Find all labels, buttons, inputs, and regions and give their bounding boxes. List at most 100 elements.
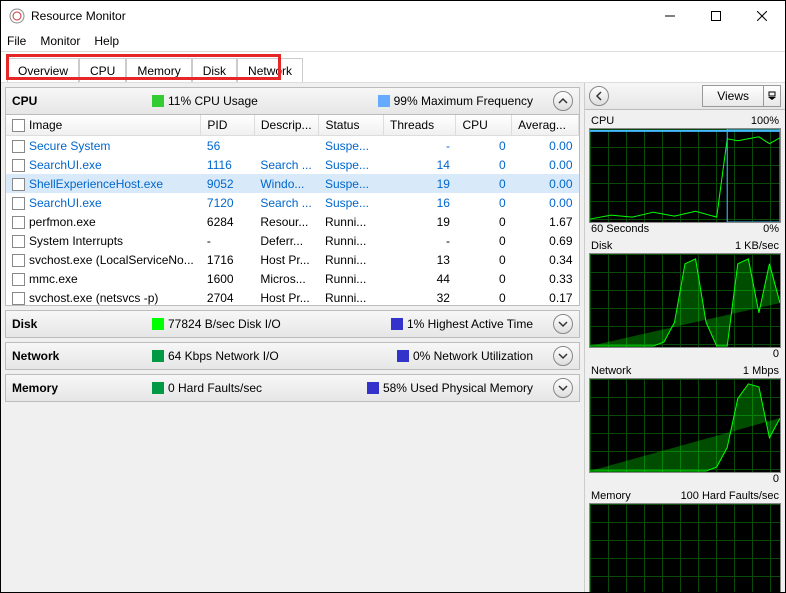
maximize-button[interactable]	[693, 1, 739, 31]
tab-network[interactable]: Network	[237, 58, 303, 82]
memory-header[interactable]: Memory 0 Hard Faults/sec 58% Used Physic…	[6, 375, 579, 401]
disk-header[interactable]: Disk 77824 B/sec Disk I/O 1% Highest Act…	[6, 311, 579, 337]
minimize-button[interactable]	[647, 1, 693, 31]
network-section: Network 64 Kbps Network I/O 0% Network U…	[5, 342, 580, 370]
row-checkbox[interactable]	[12, 254, 25, 267]
graph-canvas	[589, 253, 781, 348]
views-label: Views	[703, 89, 763, 103]
cpu-table: Image PID Descrip... Status Threads CPU …	[6, 115, 579, 305]
table-row[interactable]: ShellExperienceHost.exe9052Windo...Suspe…	[6, 174, 579, 193]
graphs-container[interactable]: CPU100% 60 Seconds0%Disk1 KB/sec 0Networ…	[585, 110, 785, 592]
titlebar: Resource Monitor	[1, 1, 785, 31]
network-title: Network	[12, 349, 152, 363]
menu-file[interactable]: File	[7, 34, 26, 48]
col-desc[interactable]: Descrip...	[254, 115, 319, 136]
checkbox-all[interactable]	[12, 119, 25, 132]
table-row[interactable]: perfmon.exe6284Resour...Runni...1901.67	[6, 212, 579, 231]
memory-faults-icon	[152, 382, 164, 394]
graph-scale-top: 100%	[751, 115, 779, 127]
graph-scale-top: 1 KB/sec	[735, 240, 779, 252]
cpu-table-wrap[interactable]: Image PID Descrip... Status Threads CPU …	[6, 115, 579, 305]
graph-canvas	[589, 503, 781, 592]
col-cpu[interactable]: CPU	[456, 115, 512, 136]
row-checkbox[interactable]	[12, 178, 25, 191]
disk-active-icon	[391, 318, 403, 330]
cpu-title: CPU	[12, 94, 152, 108]
graph-memory: Memory 100 Hard Faults/sec	[589, 489, 781, 592]
row-checkbox[interactable]	[12, 216, 25, 229]
expand-button[interactable]	[553, 346, 573, 366]
tab-cpu[interactable]: CPU	[79, 58, 126, 82]
cpu-usage-icon	[152, 95, 164, 107]
memory-section: Memory 0 Hard Faults/sec 58% Used Physic…	[5, 374, 580, 402]
network-util-label: 0% Network Utilization	[413, 349, 533, 363]
memory-faults-label: 0 Hard Faults/sec	[168, 381, 262, 395]
network-io-icon	[152, 350, 164, 362]
graph-scale-bottom: 0%	[763, 223, 779, 235]
menubar: File Monitor Help	[1, 31, 785, 51]
memory-used-label: 58% Used Physical Memory	[383, 381, 533, 395]
graph-scale-top: 1 Mbps	[743, 365, 779, 377]
tab-disk[interactable]: Disk	[192, 58, 237, 82]
left-pane: CPU 11% CPU Usage 99% Maximum Frequency …	[1, 83, 584, 592]
expand-button[interactable]	[553, 314, 573, 334]
col-threads[interactable]: Threads	[384, 115, 456, 136]
graph-cpu: CPU 100% 60 Seconds 0%	[589, 114, 781, 237]
cpu-section: CPU 11% CPU Usage 99% Maximum Frequency …	[5, 87, 580, 306]
graph-title: Disk	[591, 240, 612, 252]
disk-io-label: 77824 B/sec Disk I/O	[168, 317, 281, 331]
chevron-down-icon[interactable]	[763, 86, 780, 106]
menu-help[interactable]: Help	[94, 34, 119, 48]
row-checkbox[interactable]	[12, 235, 25, 248]
table-row[interactable]: mmc.exe1600Micros...Runni...4400.33	[6, 269, 579, 288]
row-checkbox[interactable]	[12, 197, 25, 210]
disk-title: Disk	[12, 317, 152, 331]
row-checkbox[interactable]	[12, 292, 25, 305]
table-row[interactable]: SearchUI.exe1116Search ...Suspe...1400.0…	[6, 155, 579, 174]
col-image[interactable]: Image	[6, 115, 201, 136]
network-util-icon	[397, 350, 409, 362]
collapse-button[interactable]	[553, 91, 573, 111]
right-pane: Views CPU 100% 60 Seconds 0% Disk 1 KB/sec 0…	[584, 83, 785, 592]
disk-active-label: 1% Highest Active Time	[407, 317, 533, 331]
row-checkbox[interactable]	[12, 273, 25, 286]
menu-monitor[interactable]: Monitor	[40, 34, 80, 48]
graph-canvas	[589, 128, 781, 223]
graph-x-label: 60 Seconds	[591, 223, 649, 235]
graph-scale-bottom: 0	[773, 473, 779, 485]
table-row[interactable]: SearchUI.exe7120Search ...Suspe...1600.0…	[6, 193, 579, 212]
tab-overview[interactable]: Overview	[7, 58, 79, 82]
right-header: Views	[585, 83, 785, 110]
graph-scale-bottom: 0	[773, 348, 779, 360]
views-button[interactable]: Views	[702, 85, 781, 107]
network-header[interactable]: Network 64 Kbps Network I/O 0% Network U…	[6, 343, 579, 369]
graph-title: CPU	[591, 115, 614, 127]
table-row[interactable]: System Interrupts-Deferr...Runni...-00.6…	[6, 231, 579, 250]
cpu-freq-icon	[378, 95, 390, 107]
graph-scale-top: 100 Hard Faults/sec	[681, 490, 779, 502]
col-status[interactable]: Status	[319, 115, 384, 136]
window-controls	[647, 1, 785, 31]
close-button[interactable]	[739, 1, 785, 31]
collapse-right-button[interactable]	[589, 86, 609, 106]
cpu-header[interactable]: CPU 11% CPU Usage 99% Maximum Frequency	[6, 88, 579, 115]
table-row[interactable]: Secure System56Suspe...-00.00	[6, 136, 579, 156]
col-avg[interactable]: Averag...	[512, 115, 579, 136]
table-row[interactable]: svchost.exe (LocalServiceNo...1716Host P…	[6, 250, 579, 269]
row-checkbox[interactable]	[12, 140, 25, 153]
window: Resource Monitor File Monitor Help Overv…	[0, 0, 786, 593]
app-icon	[9, 8, 25, 24]
graph-title: Memory	[591, 490, 631, 502]
row-checkbox[interactable]	[12, 159, 25, 172]
table-row[interactable]: svchost.exe (netsvcs -p)2704Host Pr...Ru…	[6, 288, 579, 305]
memory-used-icon	[367, 382, 379, 394]
network-io-label: 64 Kbps Network I/O	[168, 349, 279, 363]
tab-memory[interactable]: Memory	[126, 58, 191, 82]
disk-io-icon	[152, 318, 164, 330]
cpu-usage-label: 11% CPU Usage	[168, 94, 258, 108]
graph-canvas	[589, 378, 781, 473]
tabstrip: Overview CPU Memory Disk Network	[1, 51, 785, 83]
disk-section: Disk 77824 B/sec Disk I/O 1% Highest Act…	[5, 310, 580, 338]
col-pid[interactable]: PID	[201, 115, 254, 136]
expand-button[interactable]	[553, 378, 573, 398]
